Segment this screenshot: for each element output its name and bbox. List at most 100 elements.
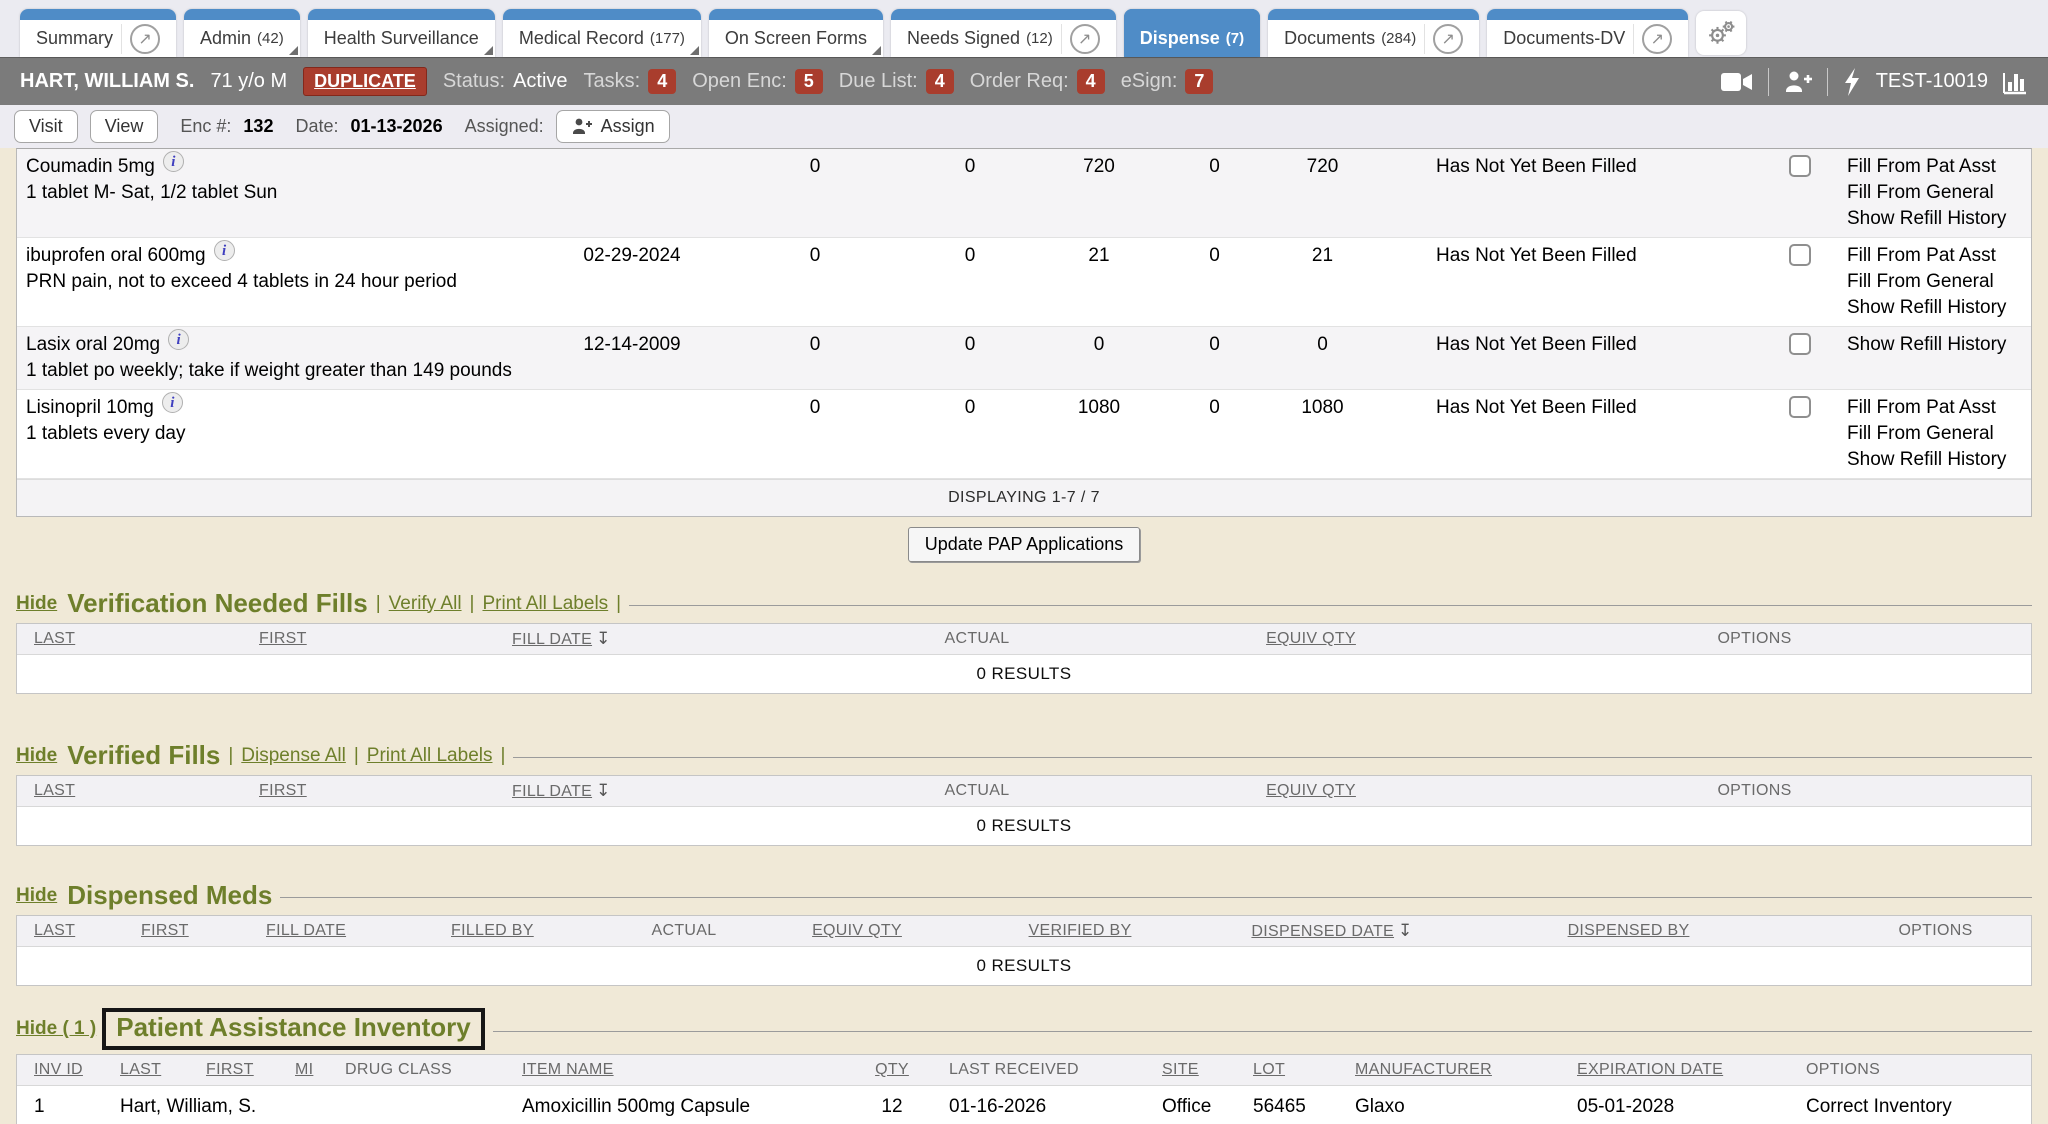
fill-from-general-link[interactable]: Fill From General — [1847, 269, 2031, 295]
section-header: Hide Verified Fills Dispense All Print A… — [16, 740, 2032, 771]
fill-from-pat-asst-link[interactable]: Fill From Pat Asst — [1847, 154, 2031, 180]
section-title: Verification Needed Fills — [67, 588, 368, 619]
info-icon[interactable] — [168, 329, 189, 350]
col-qty[interactable]: QTY — [852, 1061, 932, 1079]
update-pap-applications-button[interactable]: Update PAP Applications — [908, 527, 1140, 562]
tasks-count-badge[interactable]: 4 — [648, 69, 676, 94]
separator — [228, 745, 233, 767]
info-icon[interactable] — [214, 240, 235, 261]
col-mi[interactable]: MI — [295, 1061, 345, 1079]
info-icon[interactable] — [163, 151, 184, 172]
tab-label: Dispense — [1140, 28, 1220, 49]
col-equiv-qty[interactable]: EQUIV QTY — [1144, 630, 1478, 648]
view-button[interactable]: View — [90, 110, 159, 143]
tab-documents[interactable]: Documents (284) — [1268, 9, 1479, 57]
tab-needs-signed[interactable]: Needs Signed (12) — [891, 9, 1116, 57]
col-verified-by[interactable]: VERIFIED BY — [913, 922, 1247, 940]
col-fill-date[interactable]: FILL DATE — [512, 629, 810, 649]
print-all-labels-link[interactable]: Print All Labels — [482, 593, 608, 615]
divider — [629, 605, 2032, 606]
col-expiration-date[interactable]: EXPIRATION DATE — [1577, 1061, 1806, 1079]
tab-health-surveillance[interactable]: Health Surveillance — [308, 9, 495, 57]
col-fill-date[interactable]: FILL DATE — [512, 781, 810, 801]
med-select-checkbox[interactable] — [1789, 396, 1811, 418]
inv-site: Office — [1162, 1096, 1253, 1118]
med-name-cell: Coumadin 5mg 1 tablet M- Sat, 1/2 tablet… — [17, 154, 537, 232]
tab-count: (42) — [257, 30, 284, 47]
qty-value: 0 — [727, 243, 903, 321]
col-dispensed-date[interactable]: DISPENSED DATE — [1247, 921, 1417, 941]
med-select-checkbox[interactable] — [1789, 155, 1811, 177]
divider — [493, 1031, 2032, 1032]
show-refill-history-link[interactable]: Show Refill History — [1847, 295, 2031, 321]
info-icon[interactable] — [162, 392, 183, 413]
med-row-coumadin: Coumadin 5mg 1 tablet M- Sat, 1/2 tablet… — [17, 149, 2031, 238]
col-site[interactable]: SITE — [1162, 1061, 1253, 1079]
bar-chart-icon[interactable] — [2002, 69, 2028, 95]
hide-link[interactable]: Hide — [16, 885, 57, 907]
divider — [1424, 24, 1425, 54]
show-refill-history-link[interactable]: Show Refill History — [1847, 447, 2031, 473]
col-first[interactable]: FIRST — [259, 630, 512, 648]
col-dispensed-by[interactable]: DISPENSED BY — [1417, 922, 1840, 940]
med-options: Show Refill History — [1823, 332, 2031, 384]
esign-count-badge[interactable]: 7 — [1185, 69, 1213, 94]
popout-icon[interactable] — [1070, 24, 1100, 54]
col-equiv-qty[interactable]: EQUIV QTY — [1144, 782, 1478, 800]
patient-banner: HART, WILLIAM S. 71 y/o M DUPLICATE Stat… — [0, 57, 2048, 105]
assign-button[interactable]: Assign — [556, 110, 670, 143]
tab-medical-record[interactable]: Medical Record (177) — [503, 9, 701, 57]
col-equiv-qty[interactable]: EQUIV QTY — [801, 922, 913, 940]
video-camera-icon[interactable] — [1720, 70, 1754, 94]
med-select-checkbox[interactable] — [1789, 333, 1811, 355]
correct-inventory-link[interactable]: Correct Inventory — [1806, 1096, 2031, 1118]
add-person-icon[interactable] — [1783, 69, 1813, 95]
tab-documents-dv[interactable]: Documents-DV — [1487, 9, 1688, 57]
due-list-count-badge[interactable]: 4 — [926, 69, 954, 94]
hide-link[interactable]: Hide — [16, 593, 57, 615]
open-enc-count-badge[interactable]: 5 — [795, 69, 823, 94]
col-manufacturer[interactable]: MANUFACTURER — [1355, 1061, 1577, 1079]
hide-link[interactable]: Hide ( 1 ) — [16, 1018, 96, 1040]
verify-all-link[interactable]: Verify All — [389, 593, 462, 615]
assign-button-label: Assign — [601, 116, 655, 137]
col-last[interactable]: LAST — [17, 630, 259, 648]
show-refill-history-link[interactable]: Show Refill History — [1847, 206, 2031, 232]
popout-icon[interactable] — [1433, 24, 1463, 54]
fill-from-pat-asst-link[interactable]: Fill From Pat Asst — [1847, 395, 2031, 421]
hide-link[interactable]: Hide — [16, 745, 57, 767]
col-first[interactable]: FIRST — [141, 922, 266, 940]
col-first[interactable]: FIRST — [206, 1061, 295, 1079]
settings-gears-button[interactable] — [1696, 11, 1746, 55]
col-last[interactable]: LAST — [17, 922, 141, 940]
col-fill-date[interactable]: FILL DATE — [266, 922, 451, 940]
col-item-name[interactable]: ITEM NAME — [522, 1061, 852, 1079]
popout-icon[interactable] — [130, 24, 160, 54]
fill-from-pat-asst-link[interactable]: Fill From Pat Asst — [1847, 243, 2031, 269]
order-req-count-badge[interactable]: 4 — [1077, 69, 1105, 94]
med-select-checkbox[interactable] — [1789, 244, 1811, 266]
dispense-all-link[interactable]: Dispense All — [241, 745, 346, 767]
fill-from-general-link[interactable]: Fill From General — [1847, 421, 2031, 447]
tab-dispense[interactable]: Dispense (7) — [1124, 9, 1260, 57]
tab-admin[interactable]: Admin (42) — [184, 9, 300, 57]
print-all-labels-link[interactable]: Print All Labels — [367, 745, 493, 767]
popout-icon[interactable] — [1642, 24, 1672, 54]
duplicate-badge[interactable]: DUPLICATE — [303, 67, 427, 96]
fill-status: Has Not Yet Been Filled — [1377, 332, 1777, 384]
col-inv-id[interactable]: INV ID — [17, 1061, 120, 1079]
col-filled-by[interactable]: FILLED BY — [451, 922, 567, 940]
col-last[interactable]: LAST — [17, 782, 259, 800]
tab-summary[interactable]: Summary — [20, 9, 176, 57]
col-lot[interactable]: LOT — [1253, 1061, 1355, 1079]
tab-on-screen-forms[interactable]: On Screen Forms — [709, 9, 883, 57]
col-first[interactable]: FIRST — [259, 782, 512, 800]
fill-from-general-link[interactable]: Fill From General — [1847, 180, 2031, 206]
tasks-counter: Tasks: 4 — [584, 69, 677, 94]
lightning-icon[interactable] — [1842, 68, 1862, 96]
tab-label: On Screen Forms — [725, 28, 867, 49]
visit-button[interactable]: Visit — [14, 110, 78, 143]
column-header-row: LAST FIRST FILL DATE ACTUAL EQUIV QTY OP… — [17, 624, 2031, 655]
show-refill-history-link[interactable]: Show Refill History — [1847, 332, 2031, 358]
col-last[interactable]: LAST — [120, 1061, 206, 1079]
